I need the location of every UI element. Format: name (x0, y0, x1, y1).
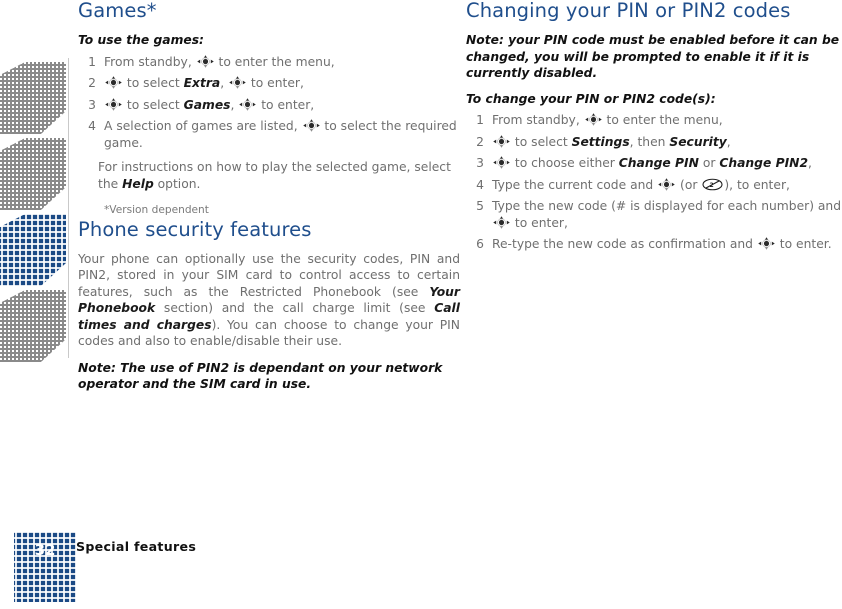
svg-text:2: 2 (710, 182, 714, 189)
navigation-key-icon (196, 54, 214, 68)
step-text: to select Extra, to enter, (104, 76, 304, 90)
left-column: Games* To use the games: 1 From standby, … (78, 0, 460, 402)
emphasised-term: Change PIN2 (719, 156, 809, 170)
emphasised-term: Extra (183, 76, 221, 90)
phone-security-body: Your phone can optionally use the securi… (78, 251, 460, 349)
step-text: Re-type the new code as confirmation and… (492, 237, 832, 251)
navigation-key-icon (239, 97, 257, 111)
step-number: 6 (476, 237, 484, 251)
step-text: to select Games, to enter, (104, 98, 314, 112)
section-title-phone-security: Phone security features (78, 217, 312, 241)
margin-tab-4 (0, 290, 66, 362)
emphasised-term: Settings (571, 134, 630, 149)
step-text: to choose either Change PIN or Change PI… (492, 156, 812, 170)
step-text: A selection of games are listed, to sele… (104, 119, 457, 150)
page-footer: 32 Special features (0, 528, 842, 609)
step-number: 2 (88, 76, 96, 90)
phone-security-note: Note: The use of PIN2 is dependant on yo… (78, 360, 443, 392)
right-column: Changing your PIN or PIN2 codes Note: yo… (466, 0, 842, 258)
changing-pin-note: Note: your PIN code must be enabled befo… (466, 33, 840, 80)
emphasised-term: Your Phonebook (78, 284, 460, 316)
step-number: 2 (476, 134, 484, 149)
margin-tab-strip (0, 0, 70, 609)
margin-tab-2 (0, 138, 66, 210)
step-number: 3 (476, 156, 484, 170)
step-number: 4 (476, 177, 484, 192)
step-item: 1 From standby, to enter the menu, (78, 54, 460, 71)
page-number: 32 (34, 541, 56, 559)
step-item: 2 to select Settings, then Security, (466, 134, 842, 151)
margin-tab-3 (0, 214, 66, 286)
navigation-key-icon (493, 215, 510, 229)
step-item: 4 A selection of games are listed, to sel… (78, 118, 460, 151)
step-item: 1 From standby, to enter the menu, (466, 112, 842, 129)
games-help-note: For instructions on how to play the sele… (98, 160, 451, 191)
footer-section-label: Special features (76, 539, 197, 554)
navigation-key-icon (584, 113, 602, 126)
navigation-key-icon (758, 237, 775, 250)
navigation-key-icon (105, 76, 122, 89)
emphasised-term: Games (183, 97, 231, 112)
navigation-key-icon (229, 76, 246, 89)
emphasised-term: Security (669, 134, 727, 149)
step-text: Type the current code and (or 2), to ent… (492, 177, 790, 192)
changing-pin-step-list: 1 From standby, to enter the menu, 2 to se… (466, 112, 842, 253)
step-text: to select Settings, then Security, (492, 135, 731, 149)
games-lead-text: To use the games: (78, 33, 204, 47)
page-title-games: Games* (78, 0, 157, 22)
step-number: 5 (476, 199, 484, 213)
select-key-icon: 2 (702, 178, 723, 190)
navigation-key-icon (493, 134, 510, 148)
margin-tab-1 (0, 62, 66, 134)
emphasised-term: Help (122, 176, 154, 191)
changing-pin-lead: To change your PIN or PIN2 code(s): (466, 91, 716, 106)
step-number: 4 (88, 119, 96, 133)
step-item: 6 Re-type the new code as confirmation an… (466, 236, 842, 253)
step-item: 4 Type the current code and (or 2), to en… (466, 177, 842, 194)
step-text: Type the new code (# is displayed for ea… (492, 199, 842, 230)
step-number: 1 (476, 113, 484, 127)
navigation-key-icon (658, 177, 675, 191)
step-text: From standby, to enter the menu, (492, 113, 723, 127)
margin-divider-rule (68, 58, 69, 358)
emphasised-term: Change PIN (618, 156, 699, 170)
step-item: 3 to choose either Change PIN or Change … (466, 155, 842, 172)
step-item: 5 Type the new code (# is displayed for e… (466, 198, 842, 231)
step-item: 2 to select Extra, to enter, (78, 75, 460, 92)
navigation-key-icon (105, 97, 122, 111)
step-item: 3 to select Games, to enter, (78, 97, 460, 114)
navigation-key-icon (302, 119, 320, 132)
step-number: 3 (88, 97, 96, 112)
games-footnote: *Version dependent (104, 204, 209, 216)
step-number: 1 (88, 54, 96, 69)
step-text: From standby, to enter the menu, (104, 54, 335, 69)
section-title-changing-pin: Changing your PIN or PIN2 codes (466, 0, 791, 22)
navigation-key-icon (493, 156, 510, 169)
games-step-list: 1 From standby, to enter the menu, 2 to se… (78, 54, 460, 152)
